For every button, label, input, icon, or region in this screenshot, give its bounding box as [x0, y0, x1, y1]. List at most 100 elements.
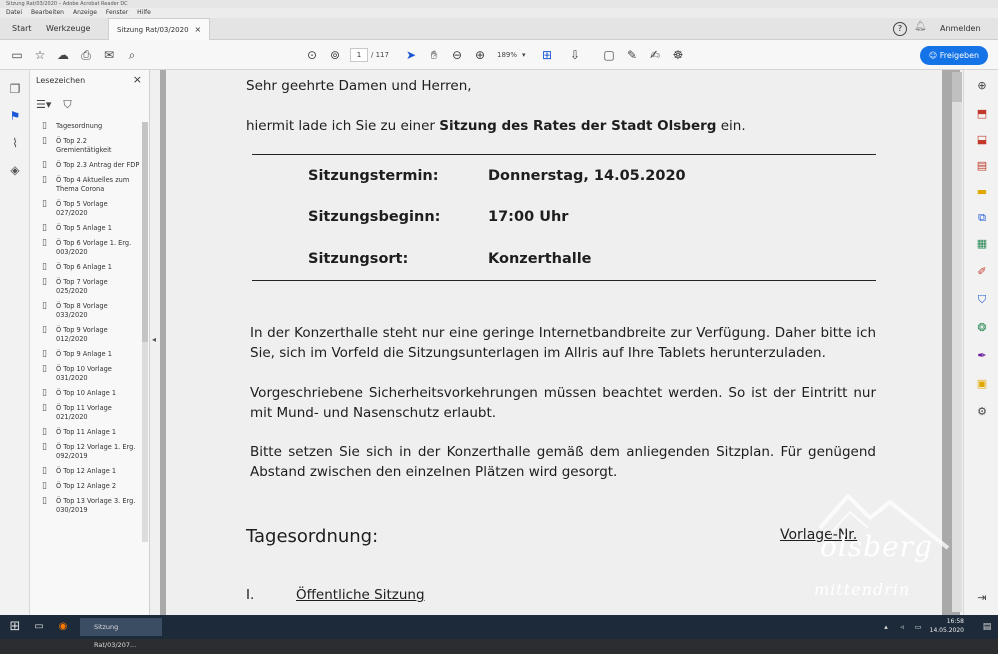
- zoom-in-icon[interactable]: ⊕: [471, 46, 489, 64]
- fit-page-icon[interactable]: ⊞: [538, 46, 556, 64]
- firefox-icon[interactable]: ◉: [54, 618, 72, 636]
- watermark-line1: olsberg: [820, 530, 933, 563]
- notification-bell-icon[interactable]: 🔔︎: [914, 21, 927, 32]
- bookmarks-panel-title: Lesezeichen: [36, 76, 86, 85]
- combine-files-icon[interactable]: ⧉: [974, 210, 990, 226]
- bookmark-item[interactable]: ▯ Ö Top 10 Vorlage 031/2020: [34, 365, 140, 383]
- stamp-icon[interactable]: ☸: [669, 46, 687, 64]
- tray-battery-icon[interactable]: ▭: [912, 618, 924, 636]
- hand-tool-icon[interactable]: ✋︎: [425, 46, 443, 64]
- save-icon[interactable]: ▭: [8, 46, 26, 64]
- taskbar-app-icon[interactable]: ▭: [30, 618, 48, 636]
- attachments-paperclip-icon[interactable]: ⌇: [6, 134, 24, 152]
- zoom-search-icon[interactable]: ⊕: [974, 78, 990, 94]
- next-page-icon[interactable]: ⊚: [326, 46, 344, 64]
- upload-cloud-icon[interactable]: ☁: [54, 46, 72, 64]
- bookmark-item[interactable]: ▯ Ö Top 2.2 Gremientätigkeit: [34, 137, 140, 155]
- tray-volume-icon[interactable]: ◃: [896, 618, 908, 636]
- zoom-level[interactable]: 189%: [497, 51, 517, 59]
- zoom-out-icon[interactable]: ⊖: [448, 46, 466, 64]
- bookmark-item[interactable]: ▯ Ö Top 7 Vorlage 025/2020: [34, 278, 140, 296]
- search-icon[interactable]: ⌕: [123, 46, 141, 64]
- taskbar-clock[interactable]: 16:58 14.05.2020: [930, 617, 964, 635]
- page-thumbnails-icon[interactable]: ❐: [6, 80, 24, 98]
- bookmark-item[interactable]: ▯ Tagesordnung: [34, 122, 140, 131]
- document-scrollbar-thumb[interactable]: [952, 72, 962, 102]
- bookmark-item[interactable]: ▯ Ö Top 10 Anlage 1: [34, 389, 140, 398]
- meeting-location-value: Konzerthalle: [488, 251, 592, 267]
- bookmark-item[interactable]: ▯ Ö Top 6 Vorlage 1. Erg. 003/2020: [34, 239, 140, 257]
- bookmark-item[interactable]: ▯ Ö Top 2.3 Antrag der FDP: [34, 161, 140, 170]
- organize-pages-icon[interactable]: ▦: [974, 236, 990, 252]
- export-pdf-icon[interactable]: ⬒: [974, 106, 990, 122]
- bookmark-item[interactable]: ▯ Ö Top 5 Vorlage 027/2020: [34, 200, 140, 218]
- windows-taskbar: ⊞ ▭ ◉ Sitzung Rat/03/207... ▴ ◃ ▭ 16:58 …: [0, 615, 998, 649]
- menu-view[interactable]: Anzeige: [73, 8, 97, 18]
- taskbar-acrobat-window[interactable]: Sitzung Rat/03/207...: [80, 618, 162, 649]
- bookmark-item[interactable]: ▯ Ö Top 12 Anlage 1: [34, 467, 140, 476]
- tab-bar: Start Werkzeuge Sitzung Rat/03/2020 × ? 🔔…: [0, 18, 998, 40]
- menu-edit[interactable]: Bearbeiten: [31, 8, 64, 18]
- redact-icon[interactable]: ✐: [974, 264, 990, 280]
- bookmark-item[interactable]: ▯ Ö Top 4 Aktuelles zum Thema Corona: [34, 176, 140, 194]
- tab-close-icon[interactable]: ×: [195, 25, 202, 34]
- comment-tool-icon[interactable]: ▬: [974, 184, 990, 200]
- bookmark-star-icon[interactable]: ☆: [31, 46, 49, 64]
- windows-start-icon[interactable]: ⊞: [6, 618, 24, 636]
- sign-icon[interactable]: ✍: [646, 46, 664, 64]
- divider-bottom: [252, 280, 876, 281]
- collapse-panel-chevron-icon[interactable]: ◂: [152, 335, 156, 344]
- tab-home[interactable]: Start: [4, 18, 40, 40]
- bookmark-icon: ▯: [42, 364, 47, 374]
- comment-icon[interactable]: ▢: [600, 46, 618, 64]
- select-cursor-icon[interactable]: ➤: [402, 46, 420, 64]
- bookmark-icon: ▯: [42, 223, 47, 233]
- email-icon[interactable]: ✉: [100, 46, 118, 64]
- menu-help[interactable]: Hilfe: [137, 8, 151, 18]
- bookmark-icon: ▯: [42, 122, 47, 131]
- document-scrollbar[interactable]: [952, 72, 962, 612]
- bookmark-options-menu-icon[interactable]: ☰▾: [36, 98, 51, 112]
- tray-network-icon[interactable]: ▴: [880, 618, 892, 636]
- tab-document[interactable]: Sitzung Rat/03/2020 ×: [108, 18, 211, 40]
- send-review-icon[interactable]: ▣: [974, 376, 990, 392]
- menu-file[interactable]: Datei: [6, 8, 22, 18]
- bookmarks-scrollbar-thumb[interactable]: [142, 122, 148, 342]
- bookmark-item[interactable]: ▯ Ö Top 12 Vorlage 1. Erg. 092/2019: [34, 443, 140, 461]
- tab-tools[interactable]: Werkzeuge: [38, 18, 98, 40]
- expand-panel-icon[interactable]: ⇥: [974, 590, 990, 606]
- new-bookmark-icon[interactable]: ⛉: [63, 98, 71, 112]
- bookmark-item[interactable]: ▯ Ö Top 8 Vorlage 033/2020: [34, 302, 140, 320]
- previous-page-icon[interactable]: ⊙: [303, 46, 321, 64]
- signin-button[interactable]: Anmelden: [940, 24, 981, 33]
- edit-pdf-icon[interactable]: ▤: [974, 158, 990, 174]
- pen-highlight-icon[interactable]: ✎: [623, 46, 641, 64]
- bookmark-item[interactable]: ▯ Ö Top 5 Anlage 1: [34, 224, 140, 233]
- share-button[interactable]: ☺ Freigeben: [920, 46, 988, 65]
- bookmark-item[interactable]: ▯ Ö Top 11 Vorlage 021/2020: [34, 404, 140, 422]
- menu-window[interactable]: Fenster: [106, 8, 128, 18]
- bookmarks-scrollbar[interactable]: [142, 122, 148, 542]
- invitation-line: hiermit lade ich Sie zu einer Sitzung de…: [246, 118, 746, 134]
- more-tools-icon[interactable]: ⚙: [974, 404, 990, 420]
- help-icon[interactable]: ?: [893, 22, 907, 36]
- print-icon[interactable]: ⎙: [77, 46, 95, 64]
- optimize-icon[interactable]: ❂: [974, 320, 990, 336]
- meeting-name: Sitzung des Rates der Stadt Olsberg: [439, 118, 717, 134]
- bookmarks-icon[interactable]: ⚑: [6, 107, 24, 125]
- notification-center-icon[interactable]: ▤: [980, 618, 994, 636]
- protect-icon[interactable]: ⛉: [974, 292, 990, 308]
- scroll-mode-icon[interactable]: ⇩: [566, 46, 584, 64]
- create-pdf-icon[interactable]: ⬓: [974, 132, 990, 148]
- bookmarks-close-icon[interactable]: ×: [133, 73, 142, 86]
- bookmark-item[interactable]: ▯ Ö Top 6 Anlage 1: [34, 263, 140, 272]
- bookmark-item[interactable]: ▯ Ö Top 11 Anlage 1: [34, 428, 140, 437]
- bookmark-item[interactable]: ▯ Ö Top 9 Anlage 1: [34, 350, 140, 359]
- layers-icon[interactable]: ◈: [6, 161, 24, 179]
- bookmark-item[interactable]: ▯ Ö Top 12 Anlage 2: [34, 482, 140, 491]
- fill-sign-icon[interactable]: ✒: [974, 348, 990, 364]
- bookmark-item[interactable]: ▯ Ö Top 9 Vorlage 012/2020: [34, 326, 140, 344]
- page-number-input[interactable]: 1: [350, 48, 368, 62]
- bookmark-item[interactable]: ▯ Ö Top 13 Vorlage 3. Erg. 030/2019: [34, 497, 140, 515]
- zoom-dropdown-chevron-icon[interactable]: ▾: [522, 51, 526, 59]
